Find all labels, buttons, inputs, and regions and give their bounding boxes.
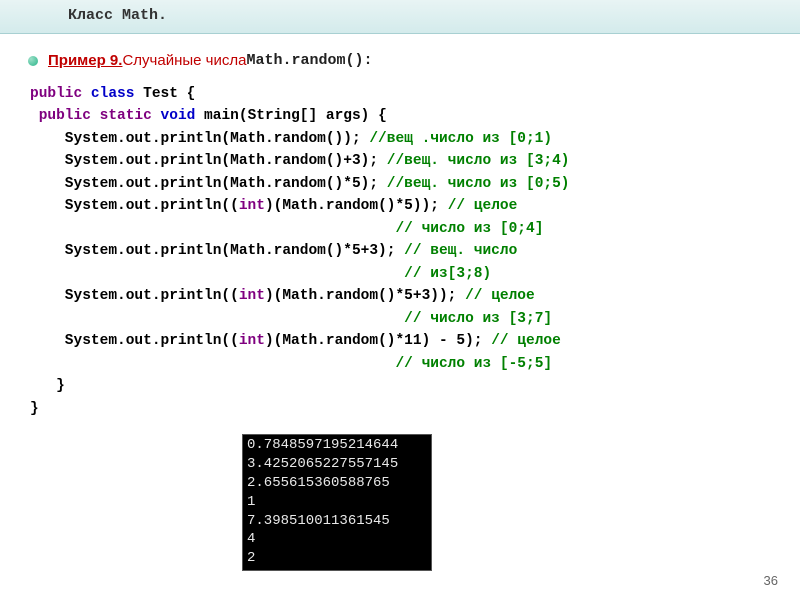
kw-static: static bbox=[91, 108, 152, 124]
comment: //вещ .число из [0;1) bbox=[369, 131, 552, 147]
comment: //вещ. число из [0;5) bbox=[387, 176, 570, 192]
kw-int: int bbox=[239, 333, 265, 349]
code-text: System.out.println(( bbox=[30, 198, 239, 214]
kw-void: void bbox=[152, 108, 196, 124]
console-line: 3.4252065227557145 bbox=[247, 455, 427, 474]
code-text bbox=[30, 356, 395, 372]
console-line: 1 bbox=[247, 493, 427, 512]
page-number: 36 bbox=[764, 573, 778, 588]
header-band: Класс Math. bbox=[0, 0, 800, 34]
code-text: System.out.println(Math.random()*5+3); bbox=[30, 243, 404, 259]
kw-class: class bbox=[82, 86, 134, 102]
code-text: )(Math.random()*5+3)); bbox=[265, 288, 465, 304]
console-line: 7.398510011361545 bbox=[247, 512, 427, 531]
code-text: Test { bbox=[134, 86, 195, 102]
comment: // число из [-5;5] bbox=[395, 356, 552, 372]
code-text: System.out.println(Math.random()); bbox=[30, 131, 369, 147]
code-text: } bbox=[30, 378, 65, 394]
code-text: System.out.println(Math.random()*5); bbox=[30, 176, 387, 192]
comment: // целое bbox=[491, 333, 561, 349]
example-code: Math.random(): bbox=[246, 52, 372, 69]
code-text: )(Math.random()*5)); bbox=[265, 198, 448, 214]
kw-int: int bbox=[239, 198, 265, 214]
kw-public: public bbox=[30, 86, 82, 102]
console-output: 0.7848597195214644 3.4252065227557145 2.… bbox=[242, 434, 432, 571]
code-block: public class Test { public static void m… bbox=[28, 83, 772, 420]
comment: // число из [0;4] bbox=[395, 221, 543, 237]
console-line: 2 bbox=[247, 549, 427, 568]
kw-public: public bbox=[30, 108, 91, 124]
code-text: } bbox=[30, 401, 39, 417]
code-text: System.out.println(( bbox=[30, 333, 239, 349]
code-text bbox=[30, 266, 404, 282]
example-heading: Пример 9. Случайные числа Math.random(): bbox=[28, 52, 772, 69]
code-text: )(Math.random()*11) - 5); bbox=[265, 333, 491, 349]
console-line: 4 bbox=[247, 530, 427, 549]
comment: // целое bbox=[465, 288, 535, 304]
comment: // число из [3;7] bbox=[404, 311, 552, 327]
kw-int: int bbox=[239, 288, 265, 304]
comment: //вещ. число из [3;4) bbox=[387, 153, 570, 169]
slide-content: Пример 9. Случайные числа Math.random():… bbox=[0, 34, 800, 420]
code-text: System.out.println(( bbox=[30, 288, 239, 304]
console-line: 2.655615360588765 bbox=[247, 474, 427, 493]
comment: // вещ. число bbox=[404, 243, 517, 259]
comment: // целое bbox=[448, 198, 518, 214]
code-text: System.out.println(Math.random()+3); bbox=[30, 153, 387, 169]
comment: // из[3;8) bbox=[404, 266, 491, 282]
header-title: Класс Math. bbox=[68, 7, 167, 24]
code-text bbox=[30, 221, 395, 237]
console-line: 0.7848597195214644 bbox=[247, 436, 427, 455]
code-text: main(String[] args) { bbox=[195, 108, 386, 124]
example-label: Пример 9. bbox=[48, 52, 122, 69]
bullet-icon bbox=[28, 56, 38, 66]
example-text: Случайные числа bbox=[122, 52, 246, 69]
code-text bbox=[30, 311, 404, 327]
